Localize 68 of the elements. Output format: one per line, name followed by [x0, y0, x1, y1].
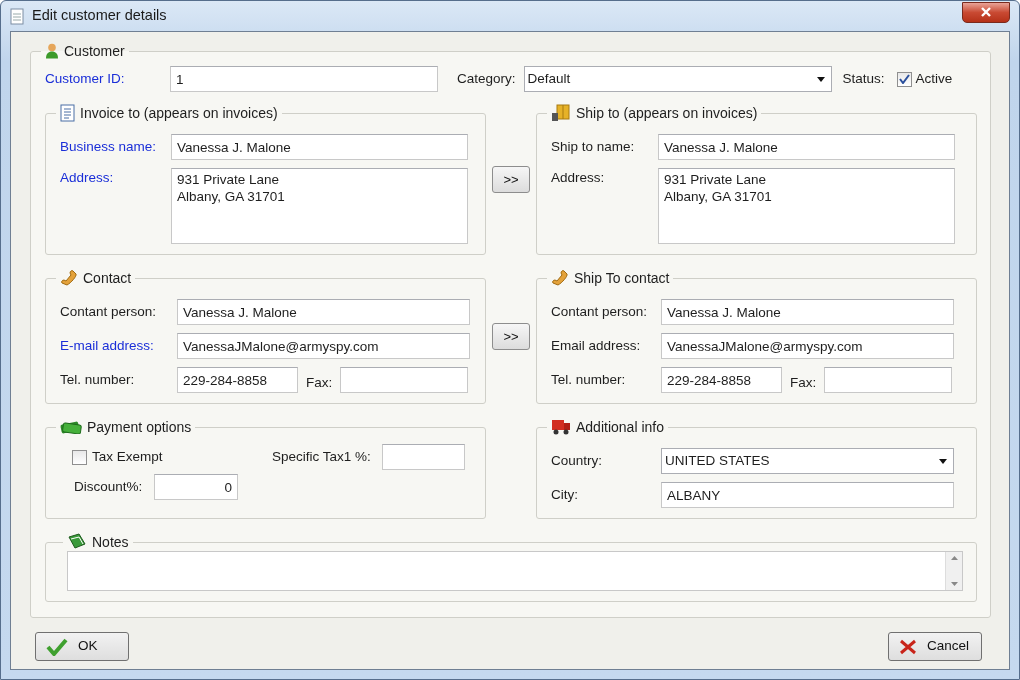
copy-button[interactable]: >> [492, 166, 530, 193]
phone-icon [60, 270, 78, 286]
field-label: Tel. number: [551, 370, 627, 389]
close-icon [899, 638, 917, 655]
category-dropdown[interactable]: Default [523, 66, 832, 92]
checkbox[interactable] [72, 449, 87, 465]
text-field[interactable]: ALBANY [661, 482, 954, 508]
group-title: Ship to (appears on invoices) [576, 104, 758, 122]
field-label: Contant person: [60, 302, 158, 321]
field-label: Status: [842, 69, 885, 88]
address-field[interactable]: 931 Private Lane Albany, GA 31701 [658, 168, 955, 244]
package-icon [551, 104, 571, 122]
close-button[interactable] [962, 1, 1010, 23]
checkbox[interactable] [896, 71, 912, 87]
phone-field[interactable]: 229-284-8858 [661, 367, 782, 393]
cancel-button[interactable]: Cancel [888, 632, 982, 661]
country-dropdown[interactable]: UNITED STATES [661, 448, 954, 474]
text-field[interactable]: Vanessa J. Malone [658, 134, 955, 160]
field-label: Address: [60, 169, 115, 187]
group-title: Additional info [576, 418, 664, 436]
field-label: Specific Tax1 %: [272, 447, 371, 466]
field-label: Country: [551, 451, 604, 470]
person-icon [45, 43, 59, 59]
field-label: City: [551, 485, 579, 504]
field-label: Discount%: [74, 477, 144, 496]
checkbox-label: Active [915, 69, 953, 88]
text-field[interactable]: VanessaJMalone@armyspy.com [661, 333, 954, 359]
money-icon [60, 420, 82, 434]
field-label: E-mail address: [60, 336, 155, 355]
caret-icon [816, 76, 825, 82]
discount-field[interactable]: 0 [154, 474, 238, 500]
field-label: Business name: [60, 137, 158, 156]
caret-icon [939, 458, 947, 464]
group-title: Customer [64, 42, 125, 60]
field-label: Category: [457, 69, 516, 88]
field-label: Contant person: [551, 302, 649, 321]
group-title: Invoice to (appears on invoices) [80, 104, 278, 122]
tax-field[interactable] [381, 444, 465, 470]
truck-icon [551, 418, 571, 436]
text-field[interactable]: Vanessa J. Malone [177, 299, 470, 325]
address-field[interactable]: 931 Private Lane Albany, GA 31701 [171, 168, 468, 244]
document-icon [10, 7, 24, 25]
text-field[interactable]: VanessaJMalone@armyspy.com [177, 333, 470, 359]
group-title: Contact [83, 269, 132, 287]
field-label: Customer ID: [45, 69, 126, 88]
text-field[interactable]: Vanessa J. Malone [661, 299, 954, 325]
field-label: Email address: [551, 336, 642, 355]
field-label: Fax: [790, 373, 817, 392]
group-title: Payment options [87, 418, 192, 436]
phone-field[interactable]: 229-284-8858 [177, 367, 298, 393]
phone-icon [551, 270, 569, 286]
group-title: Ship To contact [574, 269, 670, 287]
text-field[interactable]: Vanessa J. Malone [171, 134, 468, 160]
group-title: Notes [92, 533, 129, 551]
check-icon [898, 74, 910, 84]
fax-field[interactable] [824, 367, 953, 393]
close-icon [980, 7, 992, 17]
fax-field[interactable] [340, 367, 469, 393]
checkbox-label: Tax Exempt [92, 447, 164, 466]
copy-button[interactable]: >> [492, 323, 530, 350]
field-label: Address: [551, 169, 606, 187]
customer-id-field[interactable]: 1 [170, 66, 438, 92]
field-label: Fax: [306, 373, 333, 392]
field-label: Ship to name: [551, 137, 636, 156]
ok-button[interactable]: OK [35, 632, 129, 661]
field-label: Tel. number: [60, 370, 136, 389]
check-icon [46, 637, 68, 656]
window-title: Edit customer details [32, 6, 167, 26]
